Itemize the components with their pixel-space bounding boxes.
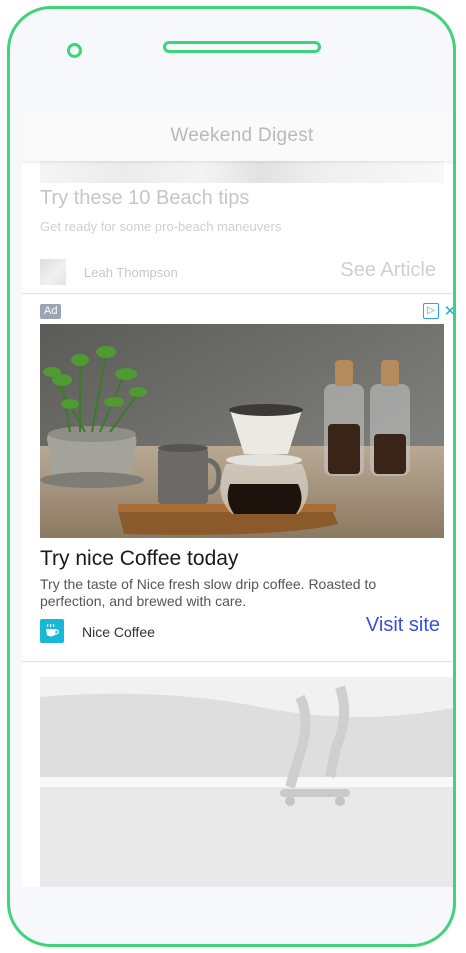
next-article-card[interactable]	[40, 677, 453, 887]
ad-image[interactable]	[40, 324, 444, 538]
article-title[interactable]: Try these 10 Beach tips	[40, 187, 249, 210]
ad-description: Try the taste of Nice fresh slow drip co…	[40, 576, 377, 609]
article-image	[40, 161, 444, 183]
article-card[interactable]: Try these 10 Beach tips Get ready for so…	[22, 161, 453, 293]
see-article-link[interactable]: See Article	[340, 259, 436, 282]
app-title: Weekend Digest	[170, 125, 314, 146]
phone-frame: Weekend Digest Try these 10 Beach tips G…	[7, 6, 456, 947]
ad-badge: Ad	[40, 304, 62, 319]
adchoices[interactable]: ▷ ✕	[423, 302, 453, 320]
brand-name: Nice Coffee	[82, 624, 155, 640]
ad-title[interactable]: Try nice Coffee today	[40, 547, 238, 571]
skateboard-photo	[40, 677, 453, 887]
article-subtitle: Get ready for some pro-beach maneuvers	[40, 219, 282, 234]
top-bar: Weekend Digest	[22, 111, 453, 161]
author-name: Leah Thompson	[84, 265, 178, 280]
camera-icon	[67, 43, 82, 58]
close-icon[interactable]: ✕	[442, 302, 453, 320]
adchoices-icon[interactable]: ▷	[423, 303, 439, 319]
app-screen: Weekend Digest Try these 10 Beach tips G…	[22, 111, 453, 887]
visit-site-button[interactable]: Visit site	[366, 614, 440, 637]
coffee-photo	[40, 324, 444, 538]
author-avatar	[40, 259, 66, 285]
divider	[22, 661, 453, 662]
ad-card[interactable]: Ad ▷ ✕ Try nice Coffee today Try the tas…	[22, 294, 453, 659]
speaker-grille	[163, 41, 321, 53]
coffee-cup-icon	[40, 619, 64, 643]
